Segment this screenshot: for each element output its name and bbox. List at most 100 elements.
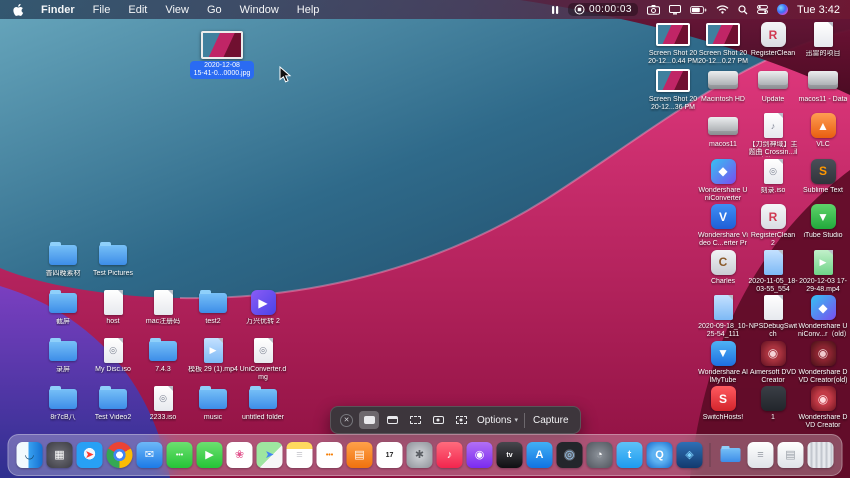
desktop-item-update[interactable]: Update (748, 67, 798, 104)
desktop-item-music[interactable]: music (188, 385, 238, 422)
desktop-item-item-7[interactable]: 录屏 (38, 337, 88, 374)
dock-app-facetime[interactable]: ▶ (196, 442, 223, 468)
desktop-item-wondershare-dvd-creator-old[interactable]: ◉ Wondershare DVD Creator(old) (798, 340, 848, 385)
desktop-item-wondershare-allmytube[interactable]: ▼ Wondershare AllMyTube (698, 340, 748, 385)
desktop-item-registerclean[interactable]: R RegisterClean (748, 21, 798, 58)
screenshot-thumbnail[interactable] (201, 31, 243, 59)
desktop-item-screen-shot-2020-12-36-pm[interactable]: Screen Shot 2020-12...36 PM (648, 67, 698, 112)
dock-app-dev-app[interactable]: ◈ (676, 442, 703, 468)
desktop-item-host[interactable]: host (88, 289, 138, 326)
desktop-item-sublime-text[interactable]: S Sublime Text (798, 158, 848, 195)
desktop-item-aimersoft-dvd-creator[interactable]: ◉ Aimersoft DVD Creator (748, 340, 798, 385)
desktop-item-item-3[interactable]: 迅雷的项目 (798, 21, 848, 58)
dock-app-music[interactable]: ♪ (436, 442, 463, 468)
desktop-item-itube-studio[interactable]: ▼ iTube Studio (798, 203, 848, 240)
menu-view[interactable]: View (156, 4, 198, 16)
dock-downloads-stack[interactable] (718, 442, 744, 468)
record-entire-screen-button[interactable] (428, 411, 448, 429)
capture-selected-portion-button[interactable] (405, 411, 425, 429)
desktop-item-2020-12-03-17-29-48-mp4[interactable]: ▶ 2020-12-03 17-29-48.mp4 (798, 249, 848, 294)
dock-app-tv[interactable]: tv (496, 442, 523, 468)
menu-file[interactable]: File (84, 4, 120, 16)
dock-app-app-store[interactable]: A (526, 442, 553, 468)
stop-record-icon[interactable] (574, 4, 585, 15)
desktop-item-uniconverter-dmg[interactable]: ◎ UniConverter.dmg (238, 337, 288, 382)
desktop-item-macos11[interactable]: macos11 (698, 112, 748, 149)
desktop-item-wondershare-uniconv-r-old[interactable]: ◆ Wondershare UniConv...r（old） (798, 294, 848, 339)
desktop-item-8r7cb[interactable]: 8r7cB八 (38, 385, 88, 422)
dock-app-system-preferences[interactable]: ✱ (406, 442, 433, 468)
capture-selected-window-button[interactable] (382, 411, 402, 429)
dock-app-maps[interactable]: ➤ (256, 442, 283, 468)
display-icon[interactable] (668, 4, 681, 15)
menu-help[interactable]: Help (288, 4, 329, 16)
close-toolbar-button[interactable]: ✕ (340, 413, 353, 427)
battery-icon[interactable] (689, 5, 707, 14)
desktop-item-macintosh-hd[interactable]: Macintosh HD (698, 67, 748, 104)
control-center-icon[interactable] (757, 5, 768, 14)
capture-entire-screen-button[interactable] (359, 411, 379, 429)
desktop-item-1[interactable]: 1 (748, 385, 798, 422)
selected-screenshot-file[interactable]: 2020-12-08 15-41-0...0000.jpg (186, 31, 258, 79)
desktop-item-npsdebugswitch[interactable]: NPSDebugSwitch (748, 294, 798, 339)
dock-documents-stack[interactable]: ≡ (747, 442, 774, 468)
wifi-icon[interactable] (716, 5, 729, 14)
menu-window[interactable]: Window (231, 4, 288, 16)
dock-app-photos[interactable]: ❀ (226, 442, 253, 468)
dock-app-reminders[interactable]: ••• (316, 442, 343, 468)
desktop-item-iso[interactable]: ◎ 刻录.iso (748, 158, 798, 195)
desktop-item-test-video2[interactable]: Test Video2 (88, 385, 138, 422)
desktop-item-item-2[interactable]: 截屏 (38, 289, 88, 326)
desktop-item-7-4-3[interactable]: 7.4.3 (138, 337, 188, 374)
dock-trash[interactable] (807, 442, 834, 468)
desktop-item-charles[interactable]: C Charles (698, 249, 748, 286)
desktop-item-screen-shot-2020-12-0-44-pm[interactable]: Screen Shot 2020-12...0.44 PM (648, 21, 698, 66)
pause-recording-icon[interactable] (551, 5, 559, 15)
dock-app-safari[interactable]: ➤ (76, 442, 103, 468)
desktop-item-registerclean-2[interactable]: R RegisterClean 2 (748, 203, 798, 248)
dock-app-quicktime[interactable]: Q (646, 442, 673, 468)
menu-edit[interactable]: Edit (119, 4, 156, 16)
desktop-item-mac[interactable]: mac注册码 (138, 289, 188, 326)
options-button[interactable]: Options ▾ (477, 415, 518, 426)
dock-app-notes[interactable]: ≡ (286, 442, 313, 468)
dock-app-books[interactable]: ▤ (346, 442, 373, 468)
record-selected-portion-button[interactable] (451, 411, 471, 429)
capture-button[interactable]: Capture (531, 413, 571, 428)
spotlight-search-icon[interactable] (738, 4, 748, 15)
menu-finder[interactable]: Finder (32, 4, 84, 16)
dock-app-gray-utility-app[interactable]: ◔ (586, 442, 613, 468)
desktop-item-wondershare-dvd-creator[interactable]: ◉ Wondershare DVD Creator (798, 385, 848, 430)
dock-app-mail[interactable]: ✉ (136, 442, 163, 468)
desktop-item-2020-09-18-10-25-54-111[interactable]: 2020-09-18_10-25-54_111 (698, 294, 748, 339)
dock-files-stack[interactable]: ▤ (777, 442, 804, 468)
dock-app-messages[interactable]: ••• (166, 442, 193, 468)
desktop-item-switchhosts[interactable]: S SwitchHosts! (698, 385, 748, 422)
dock-app-chrome[interactable] (106, 442, 133, 468)
dock-app-podcasts[interactable]: ◉ (466, 442, 493, 468)
desktop-item-29-1-mp4[interactable]: ▶ 模板 29 (1).mp4 (188, 337, 238, 374)
dock-app-launchpad[interactable]: ▦ (46, 442, 73, 468)
recording-indicator[interactable]: 00:00:03 (568, 3, 638, 16)
dock-app-finder[interactable]: ◡ (16, 442, 43, 468)
dock-app-calendar[interactable]: 17 (376, 442, 403, 468)
desktop-item-wondershare-video-c-erter-pro[interactable]: V Wondershare Video C...erter Pro (698, 203, 748, 248)
desktop-item-2233-iso[interactable]: ◎ 2233.iso (138, 385, 188, 422)
desktop-item-vlc[interactable]: ▲ VLC (798, 112, 848, 149)
desktop-item-crossin-ilbili-wav[interactable]: ♪ 【刀剑神域】主题曲 Crossin...ilbili.wav (748, 112, 798, 157)
desktop-item-test-pictures[interactable]: Test Pictures (88, 241, 138, 278)
desktop-item-2[interactable]: ▶ 万兴优转 2 (238, 289, 288, 326)
siri-icon[interactable] (776, 4, 788, 15)
desktop-item-screen-shot-2020-12-0-27-pm[interactable]: Screen Shot 2020-12...0.27 PM (698, 21, 748, 66)
camera-icon[interactable] (646, 4, 660, 15)
desktop-item-untitled-folder[interactable]: untitled folder (238, 385, 288, 422)
desktop-item-item-0[interactable]: 普四晚素材 (38, 241, 88, 278)
desktop-item-wondershare-uniconverter[interactable]: ◆ Wondershare UniConverter (698, 158, 748, 203)
desktop-item-test2[interactable]: test2 (188, 289, 238, 326)
apple-menu[interactable] (10, 3, 32, 17)
menu-go[interactable]: Go (198, 4, 231, 16)
desktop-item-2020-11-05-18-03-55-554[interactable]: 2020-11-05_18-03-55_554 (748, 249, 798, 294)
menu-bar-clock[interactable]: Tue 3:42 (797, 4, 840, 16)
desktop-item-macos11-data[interactable]: macos11 - Data (798, 67, 848, 104)
desktop-item-my-disc-iso[interactable]: ◎ My Disc.iso (88, 337, 138, 374)
